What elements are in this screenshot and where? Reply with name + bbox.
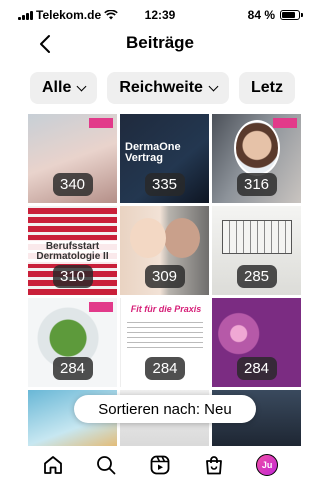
building-sketch	[222, 220, 292, 254]
post-headline: Fit für die Praxis	[130, 304, 202, 314]
badge-graphic	[273, 118, 297, 128]
post-headline: Berufsstart Dermatologie II	[28, 240, 117, 264]
view-count: 335	[144, 173, 185, 196]
post-tile[interactable]: 285	[212, 206, 301, 295]
tab-bar: Ju	[0, 446, 320, 484]
view-count: 316	[236, 173, 277, 196]
status-bar: Telekom.de 12:39 84 %	[0, 0, 320, 30]
badge-graphic	[89, 118, 113, 128]
view-count: 285	[236, 265, 277, 288]
view-count: 284	[145, 357, 185, 380]
sort-button[interactable]: Sortieren nach: Neu	[74, 395, 256, 423]
nav-header: Beiträge	[0, 28, 320, 60]
post-tile[interactable]: Fit für die Praxis 284	[120, 298, 209, 387]
tab-search[interactable]	[94, 453, 118, 477]
filter-chip-label: Alle	[42, 79, 72, 96]
page-title: Beiträge	[125, 33, 195, 52]
battery-icon	[280, 10, 303, 20]
filter-bar: Alle Reichweite Letz	[30, 72, 320, 106]
post-headline: DermaOne Vertrag	[125, 141, 181, 164]
post-tile[interactable]: 284	[28, 298, 117, 387]
badge-graphic	[89, 302, 113, 312]
battery-percent: 84 %	[247, 8, 275, 22]
portrait-image	[234, 120, 280, 176]
filter-chip-label: Letz	[250, 79, 283, 96]
post-tile[interactable]: Berufsstart Dermatologie II 310	[28, 206, 117, 295]
view-count: 340	[52, 173, 93, 196]
post-tile[interactable]: 316	[212, 114, 301, 203]
view-count: 309	[144, 265, 185, 288]
view-count: 284	[52, 357, 93, 380]
tab-shop[interactable]	[202, 453, 226, 477]
tab-reels[interactable]	[148, 453, 172, 477]
battery-info: 84 %	[247, 8, 303, 22]
avatar-initials: Ju	[261, 460, 273, 470]
profile-avatar: Ju	[256, 454, 279, 476]
home-icon	[43, 456, 62, 474]
filter-chip-label: Reichweite	[119, 79, 203, 96]
view-count: 310	[52, 265, 93, 288]
tab-home[interactable]	[41, 453, 65, 477]
reels-icon	[150, 455, 170, 475]
post-tile[interactable]: 340	[28, 114, 117, 203]
people-image	[130, 218, 166, 258]
text-lines-graphic	[127, 322, 203, 352]
view-count: 284	[236, 357, 277, 380]
shop-bag-icon	[205, 456, 222, 475]
filter-chip-reichweite[interactable]: Reichweite	[107, 72, 229, 104]
chevron-down-icon	[208, 81, 219, 91]
search-icon	[97, 456, 116, 475]
post-tile[interactable]: 309	[120, 206, 209, 295]
post-tile[interactable]: DermaOne Vertrag 335	[120, 114, 209, 203]
battery-fill	[282, 12, 296, 18]
tab-profile[interactable]: Ju	[255, 453, 279, 477]
post-tile[interactable]: 284	[212, 298, 301, 387]
chevron-down-icon	[76, 81, 87, 91]
filter-chip-alle[interactable]: Alle	[30, 72, 98, 104]
filter-chip-letzte[interactable]: Letz	[238, 72, 295, 104]
sort-label: Sortieren nach: Neu	[98, 400, 232, 418]
